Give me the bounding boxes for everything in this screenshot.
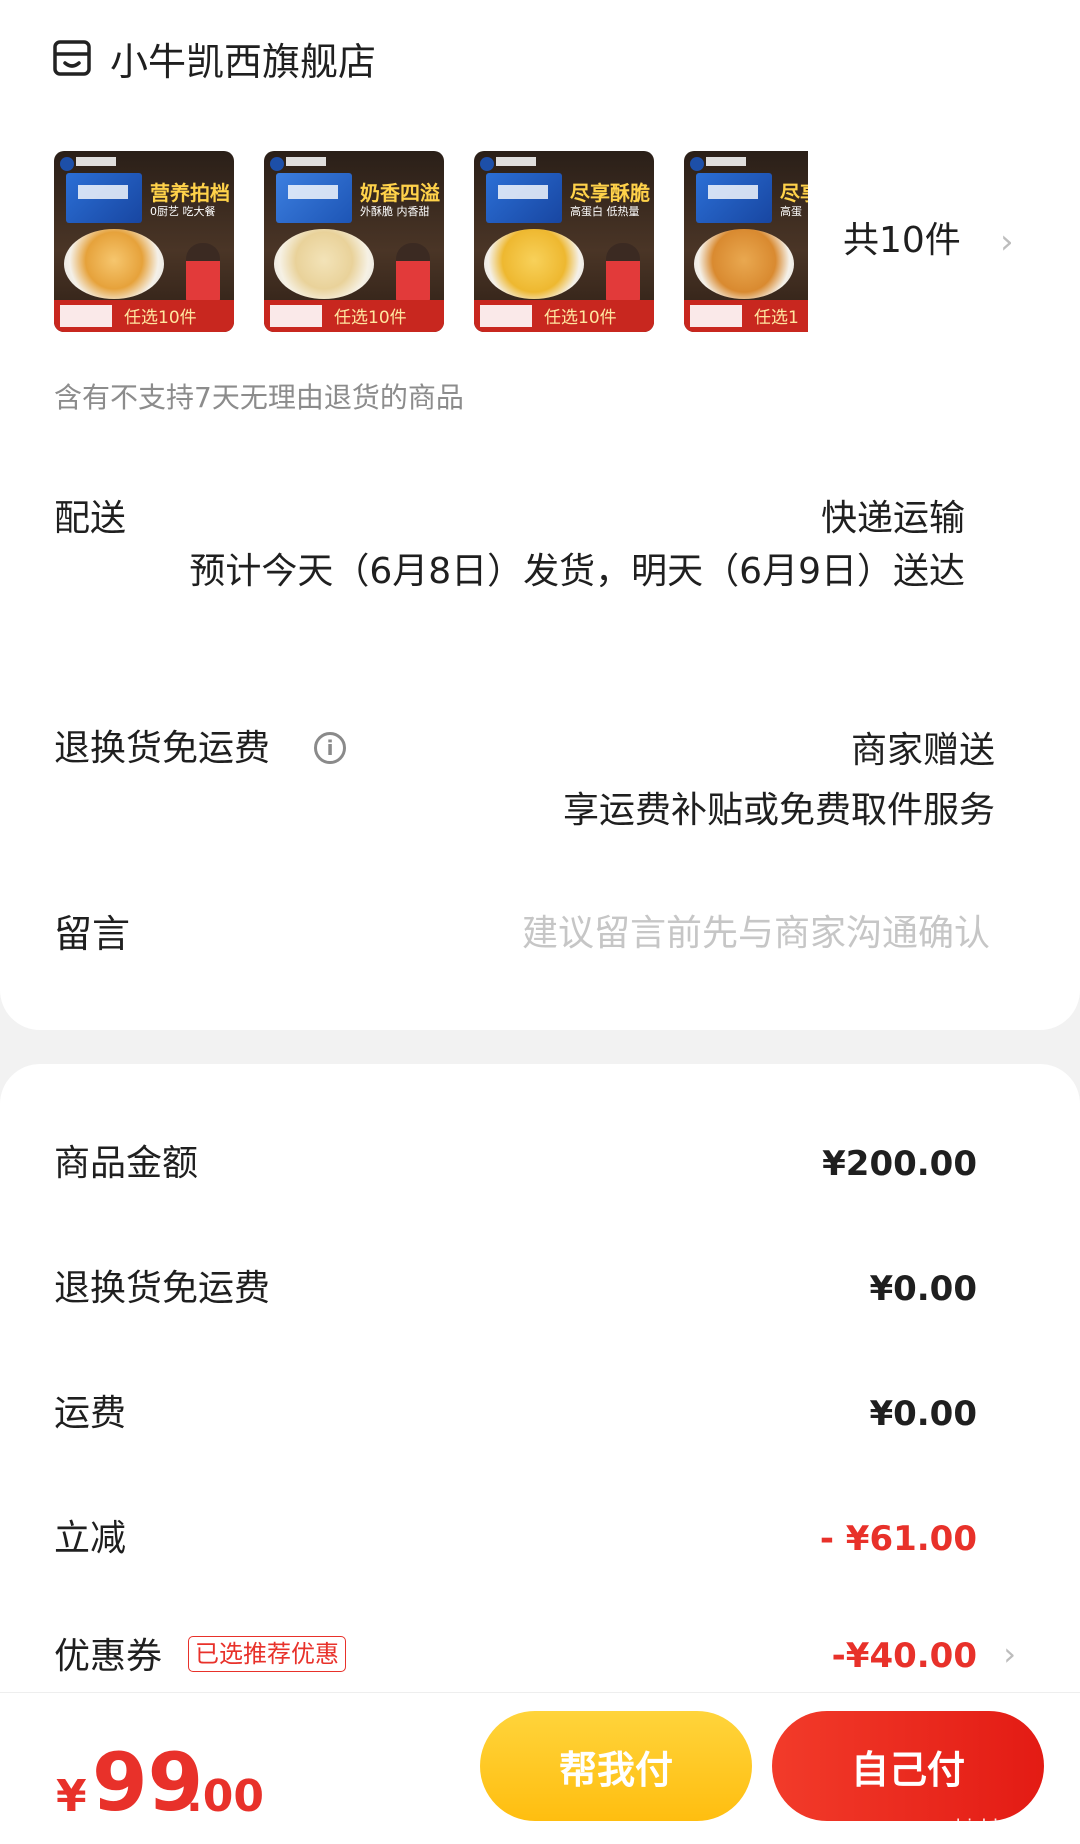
return-freight-value: 商家赠送 — [850, 730, 995, 771]
goods-amount-label: 商品金额 — [54, 1143, 199, 1184]
thumbnail-tag: 任选1 — [754, 308, 799, 328]
thumbnail-tag: 任选10件 — [334, 308, 407, 328]
return-freight-fee-label: 退换货免运费 — [54, 1268, 271, 1309]
thumbnail-subtitle: 高蛋 — [780, 205, 802, 218]
return-freight-desc: 享运费补贴或免费取件服务 — [562, 790, 995, 831]
pay-for-me-button[interactable]: 帮我付 — [480, 1711, 752, 1821]
product-thumbnails[interactable]: 营养拍档 0厨艺 吃大餐 任选10件 奶香四溢 外酥脆 内香甜 任选10件 尽享… — [54, 151, 808, 332]
return-freight-label: 退换货免运费 — [54, 728, 271, 769]
store-name[interactable]: 小牛凯西旗舰店 — [110, 38, 376, 86]
shipping-fee-value: ¥0.00 — [869, 1394, 977, 1434]
chevron-right-icon[interactable]: › — [1003, 1634, 1016, 1674]
product-thumbnail[interactable]: 尽享 高蛋 任选1 — [684, 151, 808, 332]
product-thumbnail[interactable]: 营养拍档 0厨艺 吃大餐 任选10件 — [54, 151, 234, 332]
delivery-label: 配送 — [54, 498, 127, 539]
item-count[interactable]: 共10件 — [843, 218, 961, 264]
thumbnail-title: 营养拍档 — [150, 181, 230, 205]
shipping-fee-label: 运费 — [54, 1393, 127, 1434]
product-thumbnail[interactable]: 尽享酥脆 高蛋白 低热量 任选10件 — [474, 151, 654, 332]
total-price-decimal: .00 — [186, 1771, 264, 1822]
thumbnail-subtitle: 高蛋白 低热量 — [570, 205, 640, 218]
message-input[interactable] — [470, 905, 990, 961]
thumbnail-tag: 任选10件 — [544, 308, 617, 328]
coupon-badge[interactable]: 已选推荐优惠 — [188, 1636, 346, 1672]
discount-value: - ¥61.00 — [819, 1519, 977, 1559]
coupon-label[interactable]: 优惠券 — [54, 1634, 162, 1680]
product-thumbnail[interactable]: 奶香四溢 外酥脆 内香甜 任选10件 — [264, 151, 444, 332]
chevron-right-icon[interactable]: › — [1000, 222, 1014, 262]
thumbnail-tag: 任选10件 — [124, 308, 197, 328]
thumbnail-subtitle: 外酥脆 内香甜 — [360, 205, 430, 218]
message-label: 留言 — [54, 912, 131, 956]
info-icon[interactable]: i — [314, 732, 346, 764]
delivery-eta: 预计今天（6月8日）发货，明天（6月9日）送达 — [189, 551, 965, 592]
coupon-value[interactable]: -¥40.00 — [832, 1633, 977, 1679]
thumbnail-title: 尽享酥脆 — [570, 181, 650, 205]
store-icon — [53, 40, 91, 76]
delivery-method: 快递运输 — [820, 498, 965, 539]
return-freight-fee-value: ¥0.00 — [869, 1269, 977, 1309]
discount-label: 立减 — [54, 1518, 127, 1559]
return-policy-note: 含有不支持7天无理由退货的商品 — [54, 381, 464, 414]
thumbnail-subtitle: 0厨艺 吃大餐 — [150, 205, 216, 218]
goods-amount-value: ¥200.00 — [822, 1144, 977, 1184]
watermark: zhizhizhi.com — [946, 1816, 1068, 1837]
pay-self-button[interactable]: 自己付 — [772, 1711, 1044, 1821]
thumbnail-title: 奶香四溢 — [360, 181, 440, 205]
thumbnail-title: 尽享 — [780, 181, 808, 205]
currency-symbol: ¥ — [56, 1771, 87, 1822]
